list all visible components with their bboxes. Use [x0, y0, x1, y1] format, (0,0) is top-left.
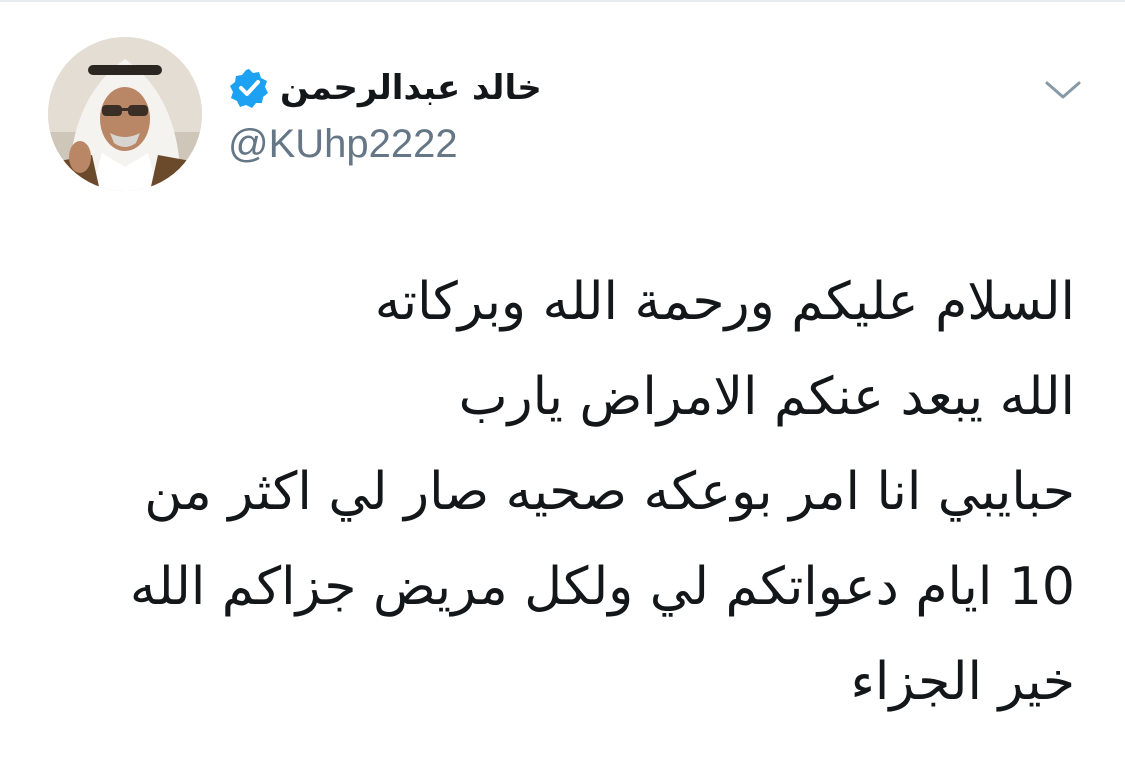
avatar-photo: [48, 37, 202, 191]
tweet-line: الله يبعد عنكم الامراض يارب: [458, 367, 1075, 427]
tweet-text: السلام عليكم ورحمة الله وبركاته الله يبع…: [60, 255, 1075, 730]
author-display-name[interactable]: خالد عبدالرحمن: [280, 62, 542, 114]
author-handle[interactable]: @KUhp2222: [228, 118, 458, 170]
tweet-line: خير الجزاء: [850, 652, 1075, 712]
top-divider: [0, 0, 1125, 2]
verified-badge-icon: [228, 67, 270, 109]
author-row: خالد عبدالرحمن: [228, 62, 542, 114]
tweet-line: 10 ايام دعواتكم لي ولكل مريض جزاكم الله: [129, 557, 1075, 617]
tweet-line: حبايبي انا امر بوعكه صحيه صار لي اكثر من: [144, 462, 1075, 522]
tweet-line: السلام عليكم ورحمة الله وبركاته: [374, 272, 1075, 332]
avatar[interactable]: [48, 37, 202, 191]
tweet-menu-button[interactable]: [1040, 70, 1086, 110]
chevron-down-icon: [1045, 81, 1081, 99]
